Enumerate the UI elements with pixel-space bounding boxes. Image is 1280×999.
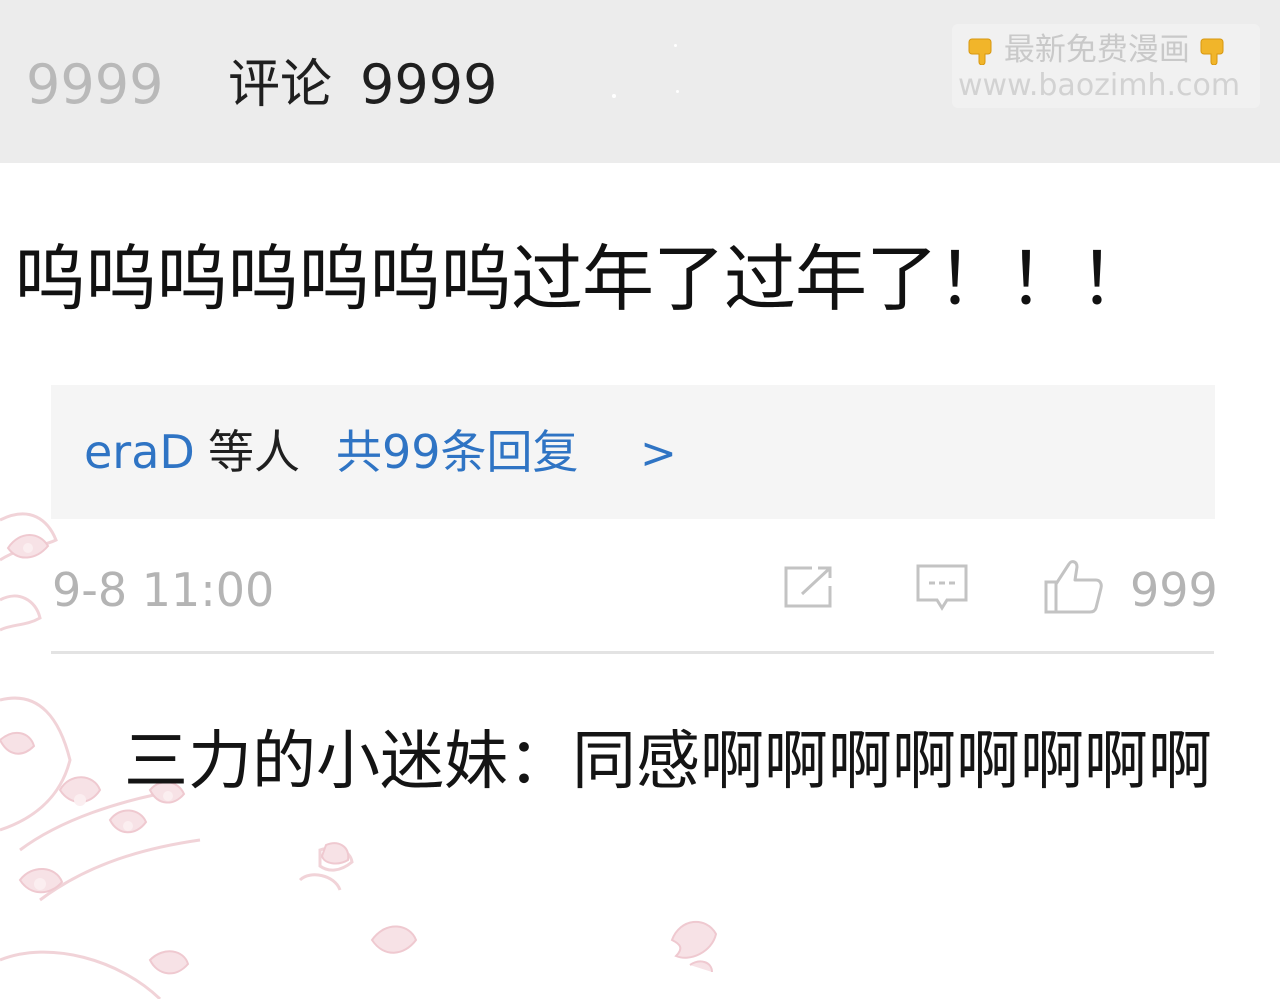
- divider: [51, 651, 1214, 654]
- comment-timestamp: 9-8 11:00: [52, 563, 275, 617]
- sub-reply-text: 三力的小迷妹：同感啊啊啊啊啊啊啊啊: [124, 725, 1212, 799]
- like-count: 999: [1130, 563, 1218, 617]
- share-icon[interactable]: [782, 562, 836, 610]
- comment-icon[interactable]: [915, 563, 969, 613]
- reply-etc-label: 等人: [208, 425, 300, 479]
- reply-user-link[interactable]: eraD: [84, 424, 195, 480]
- comment-text: 呜呜呜呜呜呜呜过年了过年了！！！: [14, 237, 1151, 321]
- chevron-right-icon[interactable]: >: [640, 426, 677, 482]
- comment-page: 9999 评论 9999 最新免费漫画 www.baozimh.com 呜呜呜呜…: [0, 0, 1280, 999]
- thumbs-up-icon[interactable]: [1043, 558, 1105, 616]
- reply-total-link[interactable]: 共99条回复: [336, 424, 579, 480]
